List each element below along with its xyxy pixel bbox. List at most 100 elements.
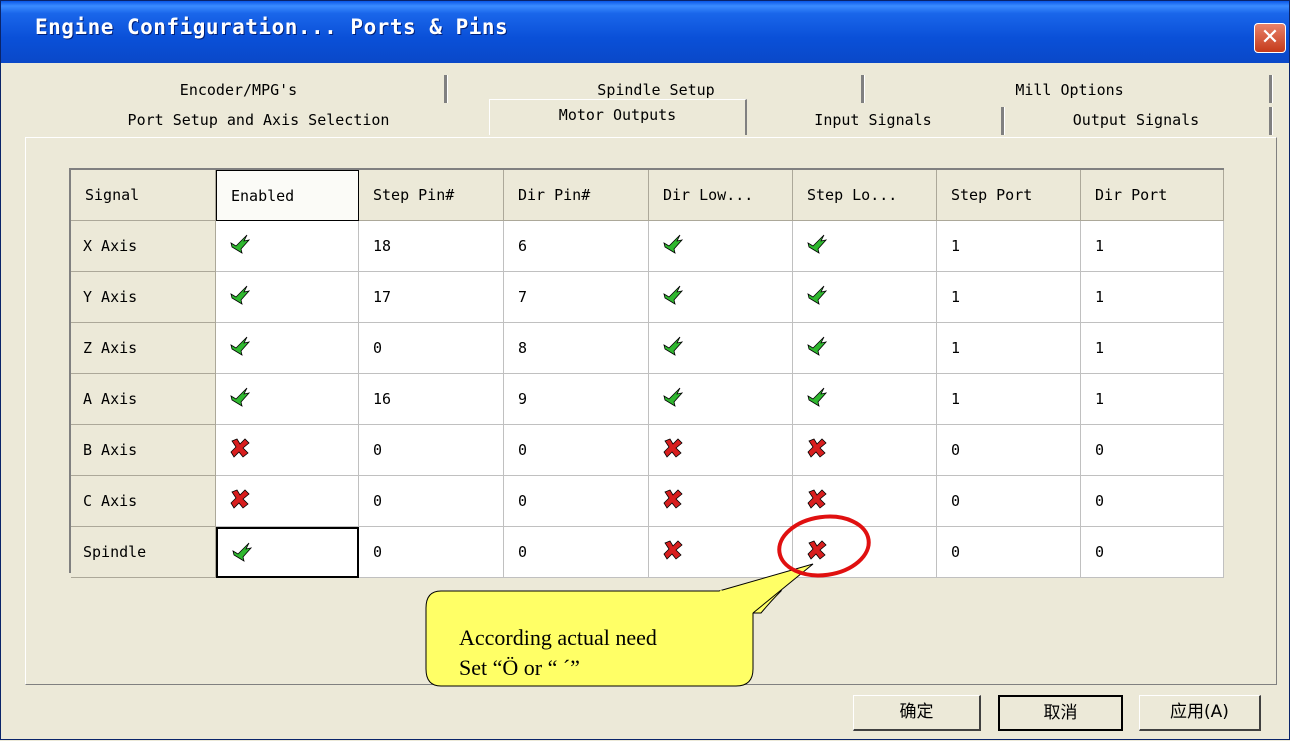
row-header: Spindle <box>71 527 216 578</box>
cell-step-pin[interactable]: 0 <box>359 476 504 527</box>
cell-step-port[interactable]: 1 <box>937 323 1081 374</box>
engine-config-window: Engine Configuration... Ports & Pins ✕ E… <box>0 0 1290 740</box>
tab-divider <box>444 75 448 103</box>
check-icon <box>807 336 827 356</box>
cell-dir-port[interactable]: 0 <box>1081 527 1224 578</box>
table-row[interactable]: Spindle 0 0 0 0 <box>71 527 1224 578</box>
table-row[interactable]: Z Axis 0 8 1 1 <box>71 323 1224 374</box>
cell-step-port[interactable]: 0 <box>937 425 1081 476</box>
cell-dir-low[interactable] <box>649 272 793 323</box>
row-header: Z Axis <box>71 323 216 374</box>
cell-dir-port[interactable]: 1 <box>1081 374 1224 425</box>
cell-dir-pin[interactable]: 6 <box>504 221 649 272</box>
table-row[interactable]: B Axis 0 0 0 0 <box>71 425 1224 476</box>
cell-dir-pin[interactable]: 7 <box>504 272 649 323</box>
column-header-dir-low[interactable]: Dir Low... <box>649 170 793 221</box>
check-icon <box>807 387 827 407</box>
cell-step-low[interactable] <box>793 272 937 323</box>
cell-dir-low[interactable] <box>649 425 793 476</box>
cell-step-low[interactable] <box>793 323 937 374</box>
cell-enabled[interactable] <box>216 527 359 578</box>
tab-input-signals[interactable]: Input Signals <box>753 105 993 135</box>
cell-step-port[interactable]: 1 <box>937 272 1081 323</box>
apply-button[interactable]: 应用(A) <box>1139 695 1261 731</box>
check-icon <box>807 285 827 305</box>
tab-encoder-mpgs[interactable]: Encoder/MPG's <box>31 75 446 105</box>
column-header-step-pin[interactable]: Step Pin# <box>359 170 504 221</box>
motor-outputs-table[interactable]: Signal Enabled Step Pin# Dir Pin# Dir Low...… <box>69 168 1224 578</box>
cell-enabled[interactable] <box>216 374 359 425</box>
cell-dir-low[interactable] <box>649 323 793 374</box>
table-row[interactable]: Y Axis 17 7 1 1 <box>71 272 1224 323</box>
cell-step-port[interactable]: 1 <box>937 221 1081 272</box>
cell-dir-low[interactable] <box>649 527 793 578</box>
tab-port-setup[interactable]: Port Setup and Axis Selection <box>31 105 486 135</box>
cell-dir-low[interactable] <box>649 476 793 527</box>
cell-step-pin[interactable]: 18 <box>359 221 504 272</box>
cell-dir-low[interactable] <box>649 374 793 425</box>
cell-step-low[interactable] <box>793 527 937 578</box>
column-header-dir-port[interactable]: Dir Port <box>1081 170 1224 221</box>
tab-divider <box>861 75 865 103</box>
check-icon <box>232 542 252 562</box>
cross-icon <box>663 489 683 509</box>
cell-step-port[interactable]: 0 <box>937 527 1081 578</box>
row-header: B Axis <box>71 425 216 476</box>
cell-dir-port[interactable]: 1 <box>1081 323 1224 374</box>
cell-enabled[interactable] <box>216 221 359 272</box>
close-button[interactable]: ✕ <box>1254 23 1286 53</box>
tab-motor-outputs[interactable]: Motor Outputs <box>489 99 747 135</box>
cell-step-low[interactable] <box>793 425 937 476</box>
cell-step-low[interactable] <box>793 374 937 425</box>
cell-dir-port[interactable]: 0 <box>1081 476 1224 527</box>
cell-dir-low[interactable] <box>649 221 793 272</box>
cell-dir-pin[interactable]: 0 <box>504 527 649 578</box>
cell-step-pin[interactable]: 0 <box>359 527 504 578</box>
check-icon <box>663 387 683 407</box>
window-title: Engine Configuration... Ports & Pins <box>35 15 509 39</box>
title-bar[interactable]: Engine Configuration... Ports & Pins ✕ <box>1 1 1289 63</box>
cell-dir-pin[interactable]: 0 <box>504 476 649 527</box>
row-header: A Axis <box>71 374 216 425</box>
callout-line-2: Set “Ö or “ ´” <box>459 655 580 680</box>
cell-dir-port[interactable]: 1 <box>1081 221 1224 272</box>
cell-step-pin[interactable]: 0 <box>359 425 504 476</box>
ok-button[interactable]: 确定 <box>853 695 981 731</box>
cell-step-pin[interactable]: 17 <box>359 272 504 323</box>
cell-step-low[interactable] <box>793 221 937 272</box>
cell-dir-pin[interactable]: 0 <box>504 425 649 476</box>
column-header-enabled[interactable]: Enabled <box>216 170 359 221</box>
table-row[interactable]: A Axis 16 9 1 1 <box>71 374 1224 425</box>
column-header-step-low[interactable]: Step Lo... <box>793 170 937 221</box>
row-header: Y Axis <box>71 272 216 323</box>
check-icon <box>663 285 683 305</box>
table-row[interactable]: X Axis 18 6 1 1 <box>71 221 1224 272</box>
cell-dir-pin[interactable]: 9 <box>504 374 649 425</box>
tab-mill-options[interactable]: Mill Options <box>867 75 1272 105</box>
check-icon <box>230 336 250 356</box>
cell-step-port[interactable]: 1 <box>937 374 1081 425</box>
cell-dir-port[interactable]: 0 <box>1081 425 1224 476</box>
tab-divider <box>1001 107 1005 135</box>
column-header-step-port[interactable]: Step Port <box>937 170 1081 221</box>
cell-dir-pin[interactable]: 8 <box>504 323 649 374</box>
tab-divider <box>1269 75 1273 103</box>
check-icon <box>230 234 250 254</box>
cell-step-port[interactable]: 0 <box>937 476 1081 527</box>
row-header: C Axis <box>71 476 216 527</box>
cell-enabled[interactable] <box>216 323 359 374</box>
cross-icon <box>663 438 683 458</box>
column-header-signal[interactable]: Signal <box>71 170 216 221</box>
cancel-button[interactable]: 取消 <box>998 695 1123 731</box>
cell-dir-port[interactable]: 1 <box>1081 272 1224 323</box>
cell-enabled[interactable] <box>216 476 359 527</box>
cell-step-pin[interactable]: 0 <box>359 323 504 374</box>
column-header-dir-pin[interactable]: Dir Pin# <box>504 170 649 221</box>
tab-output-signals[interactable]: Output Signals <box>1006 105 1266 135</box>
cell-enabled[interactable] <box>216 272 359 323</box>
cell-enabled[interactable] <box>216 425 359 476</box>
cell-step-pin[interactable]: 16 <box>359 374 504 425</box>
table-row[interactable]: C Axis 0 0 0 0 <box>71 476 1224 527</box>
cell-step-low[interactable] <box>793 476 937 527</box>
check-icon <box>663 336 683 356</box>
